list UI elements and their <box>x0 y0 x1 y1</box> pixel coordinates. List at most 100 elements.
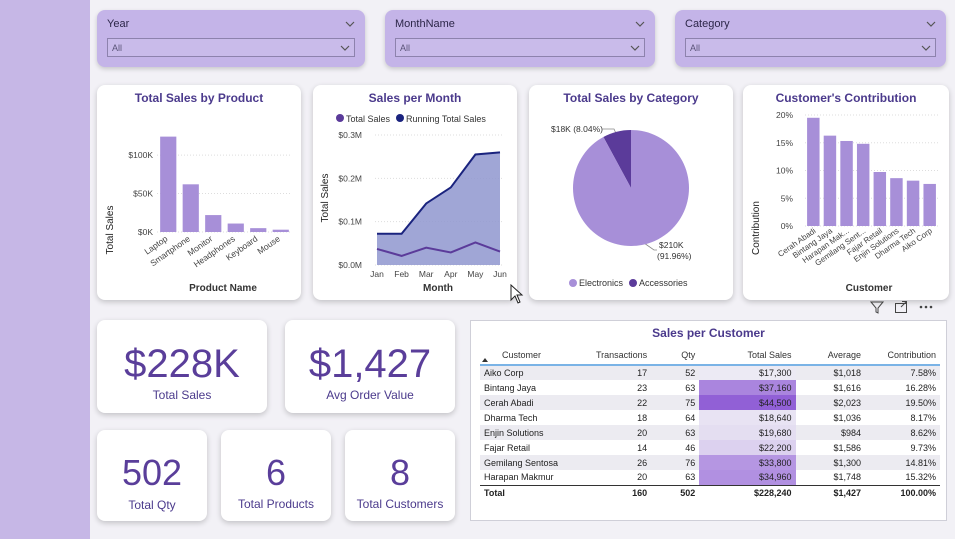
cell-qty: 64 <box>685 412 696 423</box>
cell-contribution: 19.50% <box>865 395 940 410</box>
more-options-icon[interactable] <box>918 300 934 314</box>
sales-per-month-chart[interactable]: Total Sales Running Total Sales Total Sa… <box>313 85 517 300</box>
filter-icon[interactable] <box>870 300 884 314</box>
cell-average: $1,300 <box>795 455 866 470</box>
legend-marker-accessories <box>629 279 637 287</box>
kpi-label: Total Customers <box>356 497 444 511</box>
cell-total-sales: $33,800 <box>699 455 796 470</box>
header-label: Customer <box>502 349 542 360</box>
chevron-down-icon <box>921 45 931 51</box>
table-row[interactable]: Dharma Tech 18 64 $18,640 $1,036 8.17% <box>480 410 940 425</box>
kpi-value: $1,427 <box>308 342 432 386</box>
x-tick-label: Jun <box>493 269 507 279</box>
bar-customer <box>906 180 920 226</box>
column-header-contribution[interactable]: Contribution <box>865 345 940 366</box>
chevron-down-icon <box>630 45 640 51</box>
table-row[interactable]: Enjin Solutions 20 63 $19,680 $984 8.62% <box>480 425 940 440</box>
cell-qty: 52 <box>651 365 700 380</box>
table-row[interactable]: Fajar Retail 14 46 $22,200 $1,586 9.73% <box>480 440 940 455</box>
pie-label-accessories: $18K (8.04%) <box>551 124 603 134</box>
kpi-label: Avg Order Value <box>326 388 414 402</box>
column-header-transactions[interactable]: Transactions <box>576 345 652 366</box>
bar-customer <box>840 140 853 226</box>
sales-by-category-chart[interactable]: $18K (8.04%) $210K (91.96%) Electronics … <box>529 85 733 300</box>
sort-ascending-icon[interactable] <box>482 358 488 362</box>
total-sales-card[interactable]: $228K Total Sales <box>97 320 267 413</box>
column-header-average[interactable]: Average <box>795 345 866 366</box>
pie-label-electronics-pct: (91.96%) <box>657 251 692 261</box>
sales-per-customer-table[interactable]: Sales per Customer Customer Transactions… <box>470 320 947 521</box>
cell-transactions: 20 <box>637 472 648 483</box>
chart-title: Customer's Contribution <box>775 91 917 105</box>
total-products-card[interactable]: 6 Total Products <box>221 430 331 521</box>
bar-customer <box>890 178 903 226</box>
category-dropdown[interactable]: All <box>685 38 936 57</box>
year-dropdown[interactable]: All <box>107 38 355 57</box>
y-tick-label: 20% <box>776 110 793 120</box>
cell-transactions: 26 <box>576 455 652 470</box>
year-slicer[interactable]: Year All <box>97 10 365 67</box>
table-row[interactable]: Cerah Abadi 22 75 $44,500 $2,023 19.50% <box>480 395 940 410</box>
slicer-title: Category <box>685 18 730 30</box>
cell-average: $2,023 <box>795 395 866 410</box>
bar-customer <box>856 143 870 226</box>
kpi-value: 6 <box>265 452 287 493</box>
kpi-label: Total Sales <box>152 388 212 402</box>
slicer-value: All <box>690 42 701 53</box>
total-customers-card[interactable]: 8 Total Customers <box>345 430 455 521</box>
product-bar-chart: Total Sales Product Name $0K$50K$100KLap… <box>105 136 292 294</box>
customer-contribution-chart[interactable]: Contribution Customer 0% 5% 10% 15% 20% Cerah… <box>743 85 949 300</box>
cell-total-sales: $17,300 <box>699 365 796 380</box>
table-row[interactable]: Aiko Corp 17 52 $17,300 $1,018 7.58% <box>480 365 940 380</box>
bar-laptop <box>160 136 177 232</box>
chevron-down-icon <box>340 45 350 51</box>
cell-average: $1,036 <box>833 412 862 423</box>
table-row[interactable]: Bintang Jaya 23 63 $37,160 $1,616 16.28% <box>480 380 940 395</box>
cell-customer: Dharma Tech <box>484 412 538 423</box>
cell-contribution: 15.32% <box>905 472 936 483</box>
category-pie-chart: $18K (8.04%) $210K (91.96%) Electronics … <box>551 124 692 288</box>
legend-marker-electronics <box>569 279 577 287</box>
table-row[interactable]: Gemilang Sentosa 26 76 $33,800 $1,300 14.81% <box>480 455 940 470</box>
category-slicer[interactable]: Category All <box>675 10 946 67</box>
total-qty-card[interactable]: 502 Total Qty <box>97 430 207 521</box>
chevron-down-icon[interactable] <box>635 19 645 29</box>
kpi-value: $228K <box>124 342 240 386</box>
month-slicer[interactable]: MonthName All <box>385 10 655 67</box>
bar-headphones <box>227 223 244 232</box>
y-tick-label: $0.2M <box>338 173 362 183</box>
cell-qty: 63 <box>651 425 700 440</box>
chevron-down-icon[interactable] <box>345 19 355 29</box>
y-axis-label: Total Sales <box>320 174 331 223</box>
cell-qty: 46 <box>685 442 696 453</box>
kpi-label: Total Qty <box>128 498 176 512</box>
column-header-total-sales[interactable]: Total Sales <box>699 345 796 366</box>
month-area-chart: Total Sales Running Total Sales Total Sa… <box>320 114 507 294</box>
visual-header-tools <box>870 300 934 314</box>
sales-by-product-chart[interactable]: Total Sales Product Name $0K $50K $100K Lap… <box>97 85 301 300</box>
cell-transactions: 22 <box>576 395 652 410</box>
x-tick-label: Feb <box>394 269 409 279</box>
chevron-down-icon[interactable] <box>926 19 936 29</box>
x-tick-label: Apr <box>444 269 457 279</box>
table-header-row: Customer Transactions Qty Total Sales Av… <box>480 345 940 366</box>
month-dropdown[interactable]: All <box>395 38 645 57</box>
y-tick-label: $0K <box>138 227 153 237</box>
x-tick-label: Mar <box>419 269 434 279</box>
table-row[interactable]: Harapan Makmur 20 63 $34,960 $1,748 15.32% <box>480 470 940 485</box>
kpi-value: 502 <box>121 452 183 493</box>
y-tick-label: $0.3M <box>338 130 362 140</box>
cell-transactions: 17 <box>576 365 652 380</box>
cell-total-sales: $22,200 <box>699 440 796 455</box>
focus-mode-icon[interactable] <box>894 300 908 314</box>
avg-order-card[interactable]: $1,427 Avg Order Value <box>285 320 455 413</box>
cell-average: $1,748 <box>833 472 862 483</box>
column-header-qty[interactable]: Qty <box>651 345 700 366</box>
kpi-label: Total Products <box>237 497 315 511</box>
cell-transactions: 23 <box>637 382 648 393</box>
x-tick-label: Jan <box>370 269 384 279</box>
legend-label: Total Sales <box>346 114 391 124</box>
total-cell: 100.00% <box>865 484 940 501</box>
pie-label-electronics: $210K <box>659 240 684 250</box>
column-header-customer[interactable]: Customer <box>480 345 577 366</box>
